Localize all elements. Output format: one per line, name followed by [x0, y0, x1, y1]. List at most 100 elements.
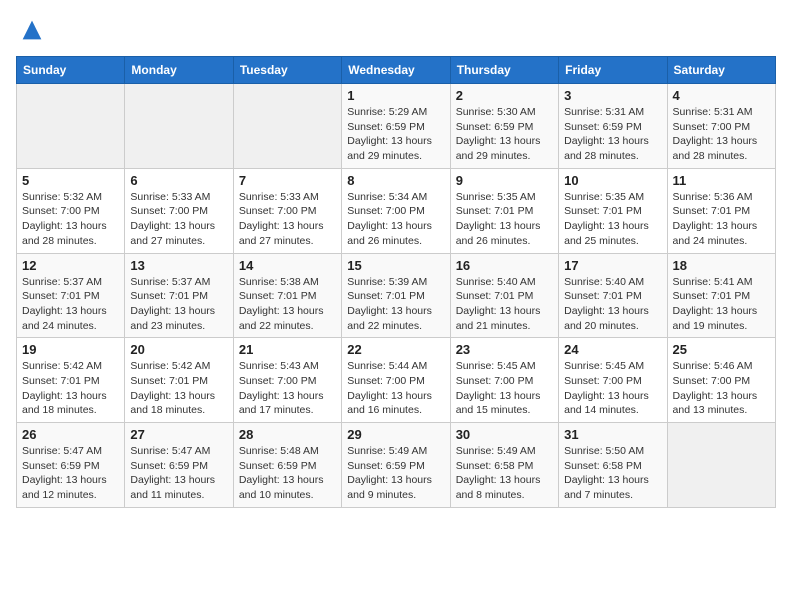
calendar-table: SundayMondayTuesdayWednesdayThursdayFrid…: [16, 56, 776, 508]
day-info: Sunrise: 5:45 AM Sunset: 7:00 PM Dayligh…: [456, 359, 553, 418]
calendar-cell: [233, 84, 341, 169]
weekday-header-monday: Monday: [125, 57, 233, 84]
day-info: Sunrise: 5:33 AM Sunset: 7:00 PM Dayligh…: [130, 190, 227, 249]
day-info: Sunrise: 5:48 AM Sunset: 6:59 PM Dayligh…: [239, 444, 336, 503]
day-number: 6: [130, 173, 227, 188]
day-number: 26: [22, 427, 119, 442]
calendar-cell: 14 Sunrise: 5:38 AM Sunset: 7:01 PM Dayli…: [233, 253, 341, 338]
logo-icon: [18, 16, 46, 44]
calendar-cell: 21 Sunrise: 5:43 AM Sunset: 7:00 PM Dayli…: [233, 338, 341, 423]
day-number: 8: [347, 173, 444, 188]
weekday-header-sunday: Sunday: [17, 57, 125, 84]
day-number: 3: [564, 88, 661, 103]
week-row-3: 12 Sunrise: 5:37 AM Sunset: 7:01 PM Dayli…: [17, 253, 776, 338]
day-info: Sunrise: 5:44 AM Sunset: 7:00 PM Dayligh…: [347, 359, 444, 418]
weekday-header-row: SundayMondayTuesdayWednesdayThursdayFrid…: [17, 57, 776, 84]
calendar-header: SundayMondayTuesdayWednesdayThursdayFrid…: [17, 57, 776, 84]
calendar-cell: [17, 84, 125, 169]
day-number: 19: [22, 342, 119, 357]
week-row-5: 26Sunrise: 5:47 AM Sunset: 6:59 PM Dayli…: [17, 423, 776, 508]
day-info: Sunrise: 5:37 AM Sunset: 7:01 PM Dayligh…: [130, 275, 227, 334]
day-number: 14: [239, 258, 336, 273]
calendar-cell: 19 Sunrise: 5:42 AM Sunset: 7:01 PM Dayli…: [17, 338, 125, 423]
calendar-cell: 30Sunrise: 5:49 AM Sunset: 6:58 PM Dayli…: [450, 423, 558, 508]
page-header: [16, 16, 776, 44]
calendar-cell: 17 Sunrise: 5:40 AM Sunset: 7:01 PM Dayli…: [559, 253, 667, 338]
week-row-4: 19 Sunrise: 5:42 AM Sunset: 7:01 PM Dayli…: [17, 338, 776, 423]
day-info: Sunrise: 5:35 AM Sunset: 7:01 PM Dayligh…: [564, 190, 661, 249]
calendar-cell: 3Sunrise: 5:31 AM Sunset: 6:59 PM Daylig…: [559, 84, 667, 169]
day-info: Sunrise: 5:40 AM Sunset: 7:01 PM Dayligh…: [456, 275, 553, 334]
day-info: Sunrise: 5:45 AM Sunset: 7:00 PM Dayligh…: [564, 359, 661, 418]
calendar-cell: 16 Sunrise: 5:40 AM Sunset: 7:01 PM Dayli…: [450, 253, 558, 338]
day-info: Sunrise: 5:37 AM Sunset: 7:01 PM Dayligh…: [22, 275, 119, 334]
weekday-header-thursday: Thursday: [450, 57, 558, 84]
calendar-cell: 24 Sunrise: 5:45 AM Sunset: 7:00 PM Dayli…: [559, 338, 667, 423]
calendar-cell: 28 Sunrise: 5:48 AM Sunset: 6:59 PM Dayli…: [233, 423, 341, 508]
day-info: Sunrise: 5:36 AM Sunset: 7:01 PM Dayligh…: [673, 190, 770, 249]
calendar-cell: [125, 84, 233, 169]
day-number: 12: [22, 258, 119, 273]
calendar-cell: 27Sunrise: 5:47 AM Sunset: 6:59 PM Dayli…: [125, 423, 233, 508]
day-info: Sunrise: 5:34 AM Sunset: 7:00 PM Dayligh…: [347, 190, 444, 249]
calendar-cell: 6 Sunrise: 5:33 AM Sunset: 7:00 PM Daylig…: [125, 168, 233, 253]
calendar-cell: 15Sunrise: 5:39 AM Sunset: 7:01 PM Dayli…: [342, 253, 450, 338]
calendar-cell: 9 Sunrise: 5:35 AM Sunset: 7:01 PM Daylig…: [450, 168, 558, 253]
day-number: 7: [239, 173, 336, 188]
calendar-cell: 10Sunrise: 5:35 AM Sunset: 7:01 PM Dayli…: [559, 168, 667, 253]
weekday-header-saturday: Saturday: [667, 57, 775, 84]
day-number: 16: [456, 258, 553, 273]
day-number: 5: [22, 173, 119, 188]
calendar-cell: [667, 423, 775, 508]
week-row-1: 1Sunrise: 5:29 AM Sunset: 6:59 PM Daylig…: [17, 84, 776, 169]
day-number: 2: [456, 88, 553, 103]
day-info: Sunrise: 5:42 AM Sunset: 7:01 PM Dayligh…: [130, 359, 227, 418]
calendar-cell: 23 Sunrise: 5:45 AM Sunset: 7:00 PM Dayli…: [450, 338, 558, 423]
day-info: Sunrise: 5:40 AM Sunset: 7:01 PM Dayligh…: [564, 275, 661, 334]
day-number: 23: [456, 342, 553, 357]
day-number: 28: [239, 427, 336, 442]
day-info: Sunrise: 5:43 AM Sunset: 7:00 PM Dayligh…: [239, 359, 336, 418]
calendar-cell: 2 Sunrise: 5:30 AM Sunset: 6:59 PM Daylig…: [450, 84, 558, 169]
day-info: Sunrise: 5:49 AM Sunset: 6:59 PM Dayligh…: [347, 444, 444, 503]
day-number: 18: [673, 258, 770, 273]
day-number: 21: [239, 342, 336, 357]
day-info: Sunrise: 5:49 AM Sunset: 6:58 PM Dayligh…: [456, 444, 553, 503]
day-number: 11: [673, 173, 770, 188]
day-info: Sunrise: 5:31 AM Sunset: 7:00 PM Dayligh…: [673, 105, 770, 164]
day-number: 13: [130, 258, 227, 273]
calendar-cell: 12 Sunrise: 5:37 AM Sunset: 7:01 PM Dayli…: [17, 253, 125, 338]
calendar-body: 1Sunrise: 5:29 AM Sunset: 6:59 PM Daylig…: [17, 84, 776, 508]
day-number: 15: [347, 258, 444, 273]
day-number: 25: [673, 342, 770, 357]
calendar-cell: 8 Sunrise: 5:34 AM Sunset: 7:00 PM Daylig…: [342, 168, 450, 253]
day-info: Sunrise: 5:41 AM Sunset: 7:01 PM Dayligh…: [673, 275, 770, 334]
weekday-header-friday: Friday: [559, 57, 667, 84]
calendar-cell: 25Sunrise: 5:46 AM Sunset: 7:00 PM Dayli…: [667, 338, 775, 423]
day-info: Sunrise: 5:30 AM Sunset: 6:59 PM Dayligh…: [456, 105, 553, 164]
day-info: Sunrise: 5:38 AM Sunset: 7:01 PM Dayligh…: [239, 275, 336, 334]
calendar-cell: 22Sunrise: 5:44 AM Sunset: 7:00 PM Dayli…: [342, 338, 450, 423]
weekday-header-wednesday: Wednesday: [342, 57, 450, 84]
calendar-cell: 26Sunrise: 5:47 AM Sunset: 6:59 PM Dayli…: [17, 423, 125, 508]
day-info: Sunrise: 5:35 AM Sunset: 7:01 PM Dayligh…: [456, 190, 553, 249]
day-number: 20: [130, 342, 227, 357]
day-info: Sunrise: 5:42 AM Sunset: 7:01 PM Dayligh…: [22, 359, 119, 418]
calendar-cell: 20 Sunrise: 5:42 AM Sunset: 7:01 PM Dayli…: [125, 338, 233, 423]
calendar-cell: 29 Sunrise: 5:49 AM Sunset: 6:59 PM Dayli…: [342, 423, 450, 508]
calendar-cell: 7 Sunrise: 5:33 AM Sunset: 7:00 PM Daylig…: [233, 168, 341, 253]
calendar-cell: 1Sunrise: 5:29 AM Sunset: 6:59 PM Daylig…: [342, 84, 450, 169]
day-number: 17: [564, 258, 661, 273]
day-info: Sunrise: 5:50 AM Sunset: 6:58 PM Dayligh…: [564, 444, 661, 503]
day-info: Sunrise: 5:29 AM Sunset: 6:59 PM Dayligh…: [347, 105, 444, 164]
week-row-2: 5 Sunrise: 5:32 AM Sunset: 7:00 PM Daylig…: [17, 168, 776, 253]
calendar-cell: 13 Sunrise: 5:37 AM Sunset: 7:01 PM Dayli…: [125, 253, 233, 338]
day-info: Sunrise: 5:33 AM Sunset: 7:00 PM Dayligh…: [239, 190, 336, 249]
calendar-cell: 4Sunrise: 5:31 AM Sunset: 7:00 PM Daylig…: [667, 84, 775, 169]
day-number: 24: [564, 342, 661, 357]
day-number: 27: [130, 427, 227, 442]
day-number: 29: [347, 427, 444, 442]
day-number: 9: [456, 173, 553, 188]
day-number: 31: [564, 427, 661, 442]
day-info: Sunrise: 5:32 AM Sunset: 7:00 PM Dayligh…: [22, 190, 119, 249]
